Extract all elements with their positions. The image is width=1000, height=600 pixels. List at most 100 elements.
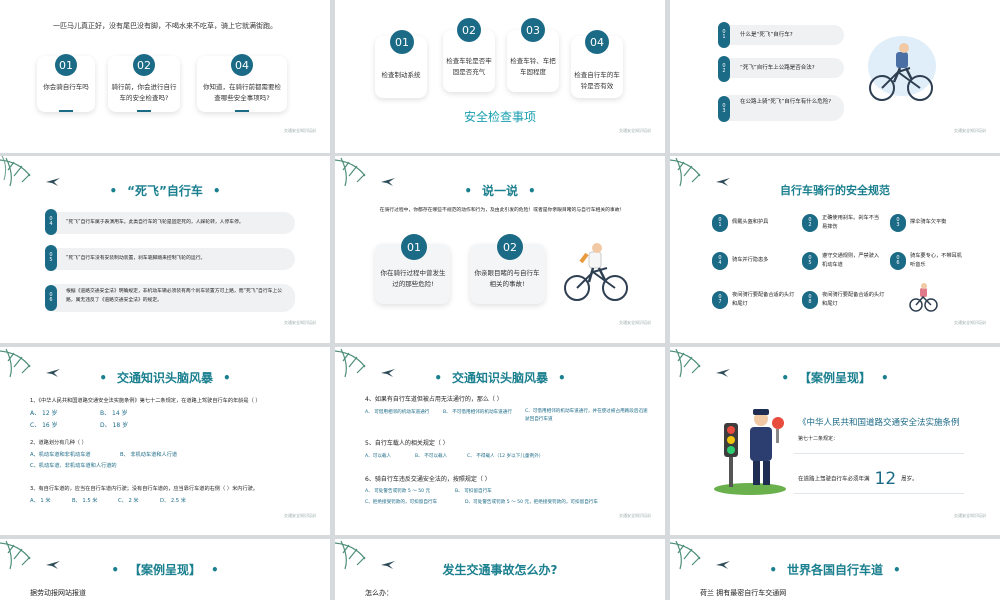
option[interactable]: D、 2.5 米 bbox=[160, 497, 186, 506]
number-badge: 07 bbox=[712, 291, 728, 309]
slide-9[interactable]: • 【案例呈现】 • 《中华人民共和国道路交通安全法实施条例 第七十二条规定： 在道… bbox=[670, 347, 1000, 535]
info-text: “死飞”自行车属于表演用车。此类自行车的飞轮是固定死的，人踩轮转，人停车停。 bbox=[66, 220, 244, 225]
number-badge: 04 bbox=[45, 209, 57, 235]
rule-text: 夜间骑行要配备合适的头灯和尾灯 bbox=[732, 292, 795, 307]
law-article: 第七十二条规定： bbox=[798, 436, 839, 442]
slide-title: • “死飞”自行车 • bbox=[109, 184, 221, 198]
option[interactable]: A、 1 米 bbox=[30, 497, 51, 506]
option[interactable]: B、 非机动车道和人行道 bbox=[120, 451, 177, 460]
footer-text: 交通安全知识培训 bbox=[619, 513, 651, 518]
number-circle: 01 bbox=[390, 30, 414, 54]
option[interactable]: A、可以载人 bbox=[365, 452, 391, 461]
question-1: 1、《中华人民共和国道路交通安全法实施条例》第七十二条规定，在道路上驾驶自行车的… bbox=[30, 398, 261, 404]
footer-text: 交通安全知识培训 bbox=[284, 513, 316, 518]
footer-text: 交通安全知识培训 bbox=[284, 320, 316, 325]
footer-text: 交通安全知识培训 bbox=[954, 320, 986, 325]
option[interactable]: D、 18 岁 bbox=[100, 421, 128, 430]
option[interactable]: B、 14 岁 bbox=[100, 409, 128, 418]
slide-title: • 说一说 • bbox=[464, 184, 536, 198]
slide-8[interactable]: • 交通知识头脑风暴 • 4、如果有自行车道但被占用无法通行的，那么（ ） A、 可… bbox=[335, 347, 665, 535]
option[interactable]: B、 1.5 米 bbox=[72, 497, 97, 506]
slide-11[interactable]: 发生交通事故怎么办? 怎么办： bbox=[335, 539, 665, 600]
rule-text: 遵守交通规则，严禁驶入机动车道 bbox=[822, 253, 880, 268]
option[interactable]: C、 2 米 bbox=[118, 497, 139, 506]
option[interactable]: A、 12 岁 bbox=[30, 409, 58, 418]
number-circle: 02 bbox=[133, 54, 155, 76]
question-2: 2、道路划分有几种（ ） bbox=[30, 440, 87, 446]
slide-title: • 【案例呈现】 • bbox=[781, 371, 889, 385]
footer-text: 交通安全知识培训 bbox=[284, 128, 316, 133]
number-circle: 03 bbox=[521, 18, 545, 42]
footer-text: 交通安全知识培训 bbox=[619, 320, 651, 325]
number-badge: 05 bbox=[45, 245, 57, 271]
slide-12[interactable]: • 世界各国自行车道 • 荷兰 拥有最密自行车交通网 bbox=[670, 539, 1000, 600]
body-text: 怎么办： bbox=[365, 589, 393, 597]
slide-5[interactable]: • 说一说 • 在骑行过程中，你都存在哪些不规范的动作和行为，及由此引发的危险！或者… bbox=[335, 156, 665, 343]
question-text: “死飞”自行车上公路是否合法? bbox=[740, 65, 815, 71]
question-text: 在公路上骑“死飞”自行车有什么危险? bbox=[740, 99, 832, 105]
option[interactable]: D、可处警告或罚款 5 ～ 50 元，拒绝接受罚款的，可扣留自行车 bbox=[465, 498, 598, 507]
rule-text: 夜间骑行要配备合适的头灯和尾灯 bbox=[822, 292, 885, 307]
option[interactable]: A、 可借用相邻的机动车道通行 bbox=[365, 408, 429, 417]
intro-text: 在骑行过程中，你都存在哪些不规范的动作和行为，及由此引发的危险！或者是你亲眼目睹… bbox=[379, 208, 625, 213]
question-text: 什么是“死飞”自行车? bbox=[740, 32, 793, 38]
slide-4[interactable]: • “死飞”自行车 • 04 05 06 “死飞”自行车属于表演用车。此类自行车的飞… bbox=[0, 156, 330, 343]
subtitle: 安全检查事项 bbox=[463, 110, 536, 124]
question-5: 5、自行车载人的相关规定（ ） bbox=[365, 440, 449, 447]
slide-grid: 一匹马儿真正好，没有尾巴没有脚，不喝水来不吃草，骑上它就满街跑。 01 02 0… bbox=[0, 0, 1000, 600]
option[interactable]: C、机动车道、非机动车道和人行道的 bbox=[30, 462, 117, 471]
footer-text: 交通安全知识培训 bbox=[954, 513, 986, 518]
number-badge: 04 bbox=[712, 252, 728, 270]
slide-7[interactable]: • 交通知识头脑风暴 • 1、《中华人民共和国道路交通安全法实施条例》第七十二条规定… bbox=[0, 347, 330, 535]
slide-title: 发生交通事故怎么办? bbox=[442, 563, 558, 577]
number-badge: 01 bbox=[712, 214, 728, 232]
number-badge: 01 bbox=[718, 22, 730, 48]
slide-3[interactable]: 01 02 03 什么是“死飞”自行车? “死飞”自行车上公路是否合法? 在公路… bbox=[670, 0, 1000, 153]
age-rule: 在道路上驾驶自行车必须年满 12 周岁。 bbox=[798, 469, 918, 489]
slide-6[interactable]: 自行车骑行的安全规范 01 02 03 04 05 06 07 08 佩戴头盔和… bbox=[670, 156, 1000, 343]
number-circle: 01 bbox=[401, 234, 427, 260]
slide-title: • 【案例呈现】 • bbox=[111, 563, 219, 577]
option[interactable]: B、 不可借用相邻的机动车道通行 bbox=[443, 408, 512, 417]
divider bbox=[794, 453, 964, 454]
number-badge: 06 bbox=[890, 252, 906, 270]
number-circle: 02 bbox=[497, 234, 523, 260]
underline bbox=[137, 110, 151, 112]
number-badge: 08 bbox=[802, 291, 818, 309]
law-title: 《中华人民共和国道路交通安全法实施条例 bbox=[798, 418, 960, 428]
card-text: 检查制动系统 bbox=[381, 71, 421, 79]
card-text: 检查车轮是否牢固是否充气 bbox=[446, 57, 492, 76]
option[interactable]: A、机动车道和非机动车道 bbox=[30, 451, 91, 460]
slide-10[interactable]: • 【案例呈现】 • 据劳动报网站报道 bbox=[0, 539, 330, 600]
option[interactable]: C、 不得载人（12 岁以下儿童例外） bbox=[467, 452, 543, 461]
option[interactable]: C、拒绝接受罚款的，可扣留自行车 bbox=[365, 498, 437, 507]
number-badge: 02 bbox=[718, 56, 730, 82]
slide-1[interactable]: 一匹马儿真正好，没有尾巴没有脚，不喝水来不吃草，骑上它就满街跑。 01 02 0… bbox=[0, 0, 330, 153]
number-badge: 06 bbox=[45, 285, 57, 311]
slide-2[interactable]: 01 02 03 04 检查制动系统 检查车轮是否牢固是否充气 检查车铃、车把车… bbox=[335, 0, 665, 153]
number-circle: 02 bbox=[457, 18, 481, 42]
rule-text: 佩戴头盔和护具 bbox=[732, 219, 769, 225]
number-badge: 03 bbox=[890, 214, 906, 232]
option[interactable]: C、可借用相邻的机动车道通行，并在使过被占用路段后迅速驶回自行车道 bbox=[525, 408, 650, 424]
option[interactable]: C、 16 岁 bbox=[30, 421, 58, 430]
question-6: 6、骑自行车违反交通安全法的，按照规定（ ） bbox=[365, 476, 491, 483]
cyclist-illustration bbox=[564, 243, 628, 301]
option[interactable]: A、 可处警告或罚款 5 ～ 50 元 bbox=[365, 487, 430, 496]
traffic-police-illustration bbox=[714, 409, 786, 495]
footer-text: 交通安全知识培训 bbox=[619, 128, 651, 133]
rule-text: 骑车要专心，不带耳机听音乐 bbox=[910, 253, 962, 268]
number-circle: 01 bbox=[55, 54, 77, 76]
slide-title-partial bbox=[0, 0, 330, 4]
divider bbox=[794, 493, 964, 494]
option[interactable]: B、 不可以载人 bbox=[415, 452, 447, 461]
slide-title: • 交通知识头脑风暴 • bbox=[434, 371, 566, 385]
option[interactable]: B、 可扣留自行车 bbox=[455, 487, 492, 496]
slide-title: 自行车骑行的安全规范 bbox=[780, 184, 890, 197]
cyclist-illustration bbox=[868, 36, 936, 101]
card-text: 检查车铃、车把车固程度 bbox=[510, 57, 556, 76]
question-3: 3、有自行车道的，应当在自行车道内行驶；没有自行车道的，应当靠行车道的右侧（ ）… bbox=[30, 486, 259, 492]
card-text: 你在骑行过程中曾发生过的那些危险! bbox=[380, 269, 446, 288]
underline bbox=[59, 110, 73, 112]
riddle-text: 一匹马儿真正好，没有尾巴没有脚，不喝水来不吃草，骑上它就满街跑。 bbox=[53, 22, 277, 30]
